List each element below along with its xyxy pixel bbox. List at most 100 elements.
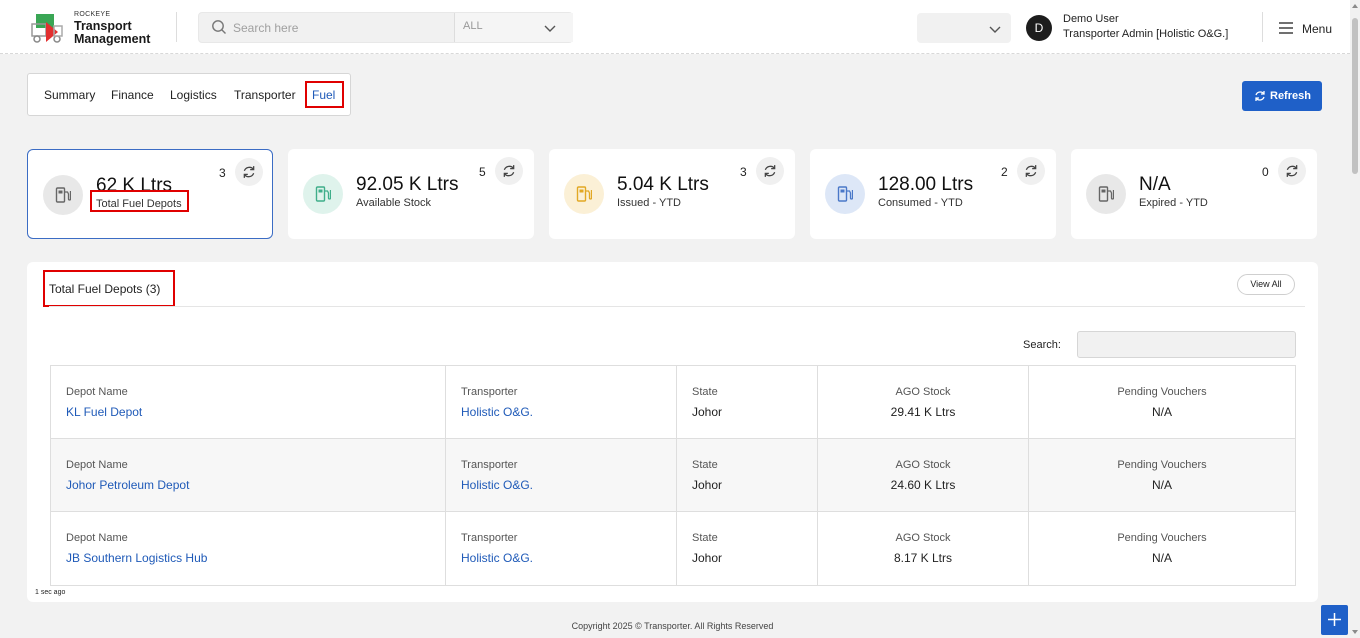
brand-name: Transport Management bbox=[74, 20, 150, 46]
cell-header: State bbox=[692, 459, 718, 471]
refresh-icon bbox=[1025, 165, 1037, 177]
ago-stock-value: 29.41 K Ltrs bbox=[890, 405, 956, 419]
transporter-value[interactable]: Holistic O&G. bbox=[461, 478, 533, 492]
tab-finance[interactable]: Finance bbox=[111, 88, 154, 102]
stat-label: Issued - YTD bbox=[617, 197, 681, 209]
pending-vouchers-value: N/A bbox=[1151, 551, 1172, 565]
header-divider bbox=[176, 12, 177, 42]
scroll-down-icon[interactable] bbox=[1352, 630, 1358, 634]
cell-header: State bbox=[692, 532, 718, 544]
cell-header: Transporter bbox=[461, 532, 518, 544]
stat-card[interactable]: 128.00 Ltrs Consumed - YTD 2 bbox=[810, 149, 1056, 239]
search-scope-select[interactable]: ALL bbox=[454, 13, 573, 42]
cell-depot-name: Depot Name KL Fuel Depot bbox=[51, 366, 446, 439]
refresh-button[interactable]: Refresh bbox=[1242, 81, 1322, 111]
brand-small: ROCKEYE bbox=[74, 11, 111, 18]
cell-header: Pending Vouchers bbox=[1117, 459, 1207, 471]
stat-icon-circle bbox=[825, 174, 865, 214]
fuel-pump-icon bbox=[315, 186, 331, 202]
table-search-label: Search: bbox=[1023, 339, 1061, 351]
table-row: Depot Name JB Southern Logistics Hub Trans… bbox=[51, 512, 1295, 585]
menu-label: Menu bbox=[1302, 22, 1333, 36]
state-value: Johor bbox=[692, 405, 723, 419]
cell-state: State Johor bbox=[677, 439, 818, 512]
cell-transporter: Transporter Holistic O&G. bbox=[446, 366, 677, 439]
state-value: Johor bbox=[692, 478, 723, 492]
depot-name-value[interactable]: KL Fuel Depot bbox=[66, 405, 142, 419]
stat-icon-circle bbox=[564, 174, 604, 214]
stat-card[interactable]: N/A Expired - YTD 0 bbox=[1071, 149, 1317, 239]
hamburger-icon bbox=[1279, 22, 1293, 34]
stat-label: Available Stock bbox=[356, 197, 432, 209]
fuel-pump-icon bbox=[55, 187, 71, 203]
scroll-thumb[interactable] bbox=[1352, 18, 1358, 174]
tab-summary[interactable]: Summary bbox=[44, 88, 95, 102]
stat-value: 128.00 Ltrs bbox=[878, 174, 974, 195]
highlight-outline bbox=[43, 270, 175, 307]
scrollbar[interactable] bbox=[1350, 0, 1360, 638]
fuel-pump-icon bbox=[1098, 186, 1114, 202]
card-refresh-button[interactable] bbox=[495, 157, 523, 185]
tab-transporter[interactable]: Transporter bbox=[234, 88, 296, 102]
scroll-up-icon[interactable] bbox=[1352, 4, 1358, 8]
user-name[interactable]: Demo User bbox=[1063, 13, 1119, 25]
refresh-icon bbox=[1286, 165, 1298, 177]
avatar[interactable]: D bbox=[1026, 15, 1052, 41]
stat-count: 0 bbox=[1262, 165, 1269, 179]
search-input[interactable] bbox=[233, 13, 448, 42]
table-row: Depot Name KL Fuel Depot Transporter Holist… bbox=[51, 366, 1295, 439]
cell-header: AGO Stock bbox=[895, 532, 951, 544]
card-refresh-button[interactable] bbox=[756, 157, 784, 185]
add-button[interactable] bbox=[1321, 605, 1348, 635]
highlight-outline bbox=[90, 190, 189, 212]
stat-count: 2 bbox=[1001, 165, 1008, 179]
header-divider bbox=[1262, 12, 1263, 42]
global-search: ALL bbox=[198, 12, 573, 43]
fuel-depots-panel: Total Fuel Depots (3) View All Search: D… bbox=[27, 262, 1318, 602]
top-header: ROCKEYE Transport Management ALL D Demo … bbox=[0, 0, 1350, 54]
depot-name-value[interactable]: JB Southern Logistics Hub bbox=[66, 551, 207, 565]
pending-vouchers-value: N/A bbox=[1151, 478, 1172, 492]
refresh-icon bbox=[1255, 91, 1265, 101]
stat-count: 3 bbox=[219, 166, 226, 180]
transporter-value[interactable]: Holistic O&G. bbox=[461, 551, 533, 565]
company-select[interactable] bbox=[917, 13, 1011, 43]
stat-card[interactable]: 5.04 K Ltrs Issued - YTD 3 bbox=[549, 149, 795, 239]
cell-header: Pending Vouchers bbox=[1117, 532, 1207, 544]
cell-ago-stock: AGO Stock 8.17 K Ltrs bbox=[818, 512, 1029, 585]
cell-header: Pending Vouchers bbox=[1117, 386, 1207, 398]
stat-icon-circle bbox=[43, 175, 83, 215]
cell-state: State Johor bbox=[677, 366, 818, 439]
app-logo[interactable]: ROCKEYE Transport Management bbox=[30, 10, 170, 46]
cell-ago-stock: AGO Stock 24.60 K Ltrs bbox=[818, 439, 1029, 512]
highlight-outline bbox=[305, 81, 344, 108]
cell-header: State bbox=[692, 386, 718, 398]
cell-header: AGO Stock bbox=[895, 459, 951, 471]
stat-value: N/A bbox=[1139, 174, 1171, 195]
cell-header: Depot Name bbox=[66, 386, 128, 398]
refresh-icon bbox=[764, 165, 776, 177]
view-all-button[interactable]: View All bbox=[1237, 274, 1295, 295]
tab-logistics[interactable]: Logistics bbox=[170, 88, 217, 102]
table-search-input[interactable] bbox=[1077, 331, 1296, 358]
search-scope-value: ALL bbox=[463, 20, 483, 32]
brand-line-2: Management bbox=[74, 32, 151, 46]
cell-ago-stock: AGO Stock 29.41 K Ltrs bbox=[818, 366, 1029, 439]
depot-name-value[interactable]: Johor Petroleum Depot bbox=[66, 478, 189, 492]
stat-count: 5 bbox=[479, 165, 486, 179]
card-refresh-button[interactable] bbox=[235, 158, 263, 186]
cell-header: Depot Name bbox=[66, 532, 128, 544]
fuel-pump-icon bbox=[576, 186, 592, 202]
refresh-icon bbox=[503, 165, 515, 177]
cell-header: AGO Stock bbox=[895, 386, 951, 398]
transporter-value[interactable]: Holistic O&G. bbox=[461, 405, 533, 419]
dashboard-tabs: Summary Finance Logistics Transporter Fu… bbox=[27, 73, 351, 116]
card-refresh-button[interactable] bbox=[1278, 157, 1306, 185]
plus-icon bbox=[1328, 613, 1341, 626]
cell-header: Transporter bbox=[461, 386, 518, 398]
cell-state: State Johor bbox=[677, 512, 818, 585]
stat-icon-circle bbox=[1086, 174, 1126, 214]
stat-card[interactable]: 92.05 K Ltrs Available Stock 5 bbox=[288, 149, 534, 239]
cell-pending-vouchers: Pending Vouchers N/A bbox=[1029, 512, 1295, 585]
card-refresh-button[interactable] bbox=[1017, 157, 1045, 185]
